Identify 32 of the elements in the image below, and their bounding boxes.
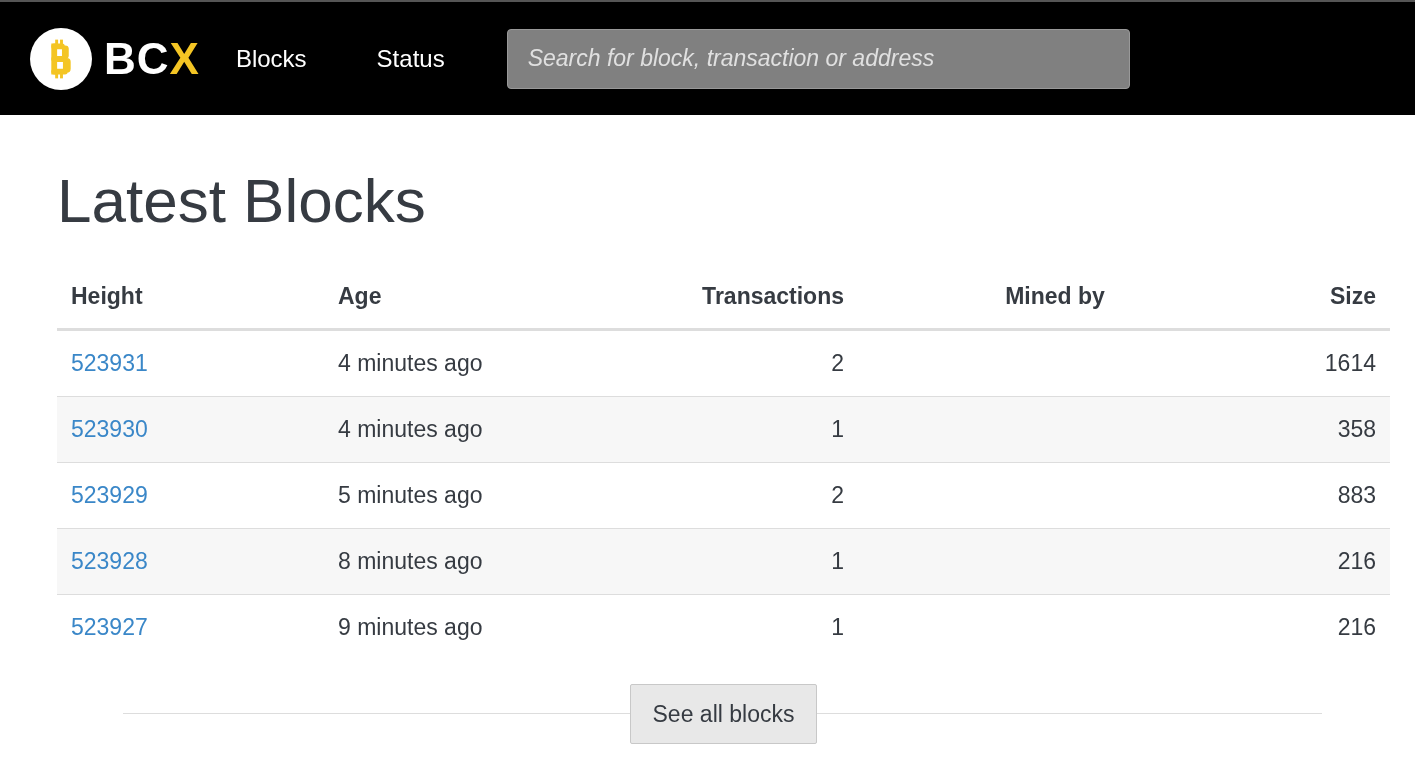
table-cell: 4 minutes ago: [338, 416, 483, 442]
coin-icon[interactable]: [30, 27, 92, 90]
table-cell: 1: [831, 548, 844, 574]
search-field[interactable]: Search for block, transaction or address: [506, 28, 1130, 89]
table-cell: 4 minutes ago: [338, 350, 483, 376]
table-cell: 1: [831, 614, 844, 640]
table-cell: 216: [1337, 614, 1376, 640]
page-title: Latest Blocks: [57, 165, 427, 237]
table-cell: 5 minutes ago: [338, 482, 483, 508]
column-header: Transactions: [600, 265, 858, 330]
block-height-link[interactable]: 523927: [71, 614, 148, 640]
block-height-link[interactable]: 523931: [71, 350, 148, 376]
table-cell: 2: [831, 482, 844, 508]
column-header: Size: [1252, 265, 1390, 330]
nav-link[interactable]: Blocks: [235, 44, 307, 73]
table-cell: 1: [831, 416, 844, 442]
table-cell: 9 minutes ago: [338, 614, 483, 640]
column-header: Height: [57, 265, 324, 330]
table-cell: 1614: [1324, 350, 1376, 376]
nav-link[interactable]: Status: [376, 44, 445, 73]
see-all-button[interactable]: See all blocks: [629, 684, 818, 744]
table-cell: 8 minutes ago: [338, 548, 483, 574]
column-header: Mined by: [858, 265, 1252, 330]
block-height-link[interactable]: 523930: [71, 416, 148, 442]
table-cell: 883: [1337, 482, 1376, 508]
block-height-link[interactable]: 523928: [71, 548, 148, 574]
table-cell: 2: [831, 350, 844, 376]
column-header: Age: [324, 265, 600, 330]
logo-text[interactable]: BCX: [104, 33, 200, 84]
table-cell: 216: [1337, 548, 1376, 574]
block-height-link[interactable]: 523929: [71, 482, 148, 508]
table-cell: 358: [1337, 416, 1376, 442]
